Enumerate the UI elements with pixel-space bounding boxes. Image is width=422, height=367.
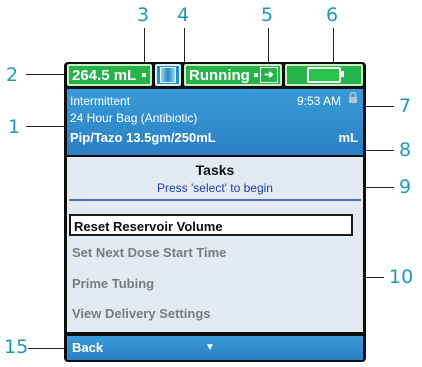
drug-concentration: Pip/Tazo 13.5gm/250mL xyxy=(70,130,216,145)
battery-icon xyxy=(307,67,344,83)
volume-dot-icon xyxy=(142,73,147,77)
menu-item-view-delivery-settings[interactable]: View Delivery Settings xyxy=(69,303,353,325)
callout-9: 9 xyxy=(399,176,412,198)
callout-4: 4 xyxy=(177,4,190,26)
callout-15: 15 xyxy=(4,336,29,358)
menu-item-reset-reservoir-volume[interactable]: Reset Reservoir Volume xyxy=(69,214,353,236)
reservoir-volume: 264.5 mL xyxy=(72,66,137,84)
delivery-info-panel: Intermittent 9:53 AM 24 Hour Bag (Antibi… xyxy=(67,89,363,155)
status-dot-icon xyxy=(254,73,258,77)
callout-1: 1 xyxy=(8,116,21,138)
lock-icon xyxy=(348,91,358,104)
pump-status-indicator: Running ➔ xyxy=(184,64,282,86)
tasks-prompt: Press 'select' to begin xyxy=(157,181,273,195)
bottom-softkey-bar: Back ▼ xyxy=(67,336,363,360)
iv-bag-indicator xyxy=(155,64,181,86)
menu-item-prime-tubing[interactable]: Prime Tubing xyxy=(69,273,353,295)
leader-15 xyxy=(28,348,68,349)
pump-status: Running xyxy=(189,66,250,84)
forward-arrow-icon: ➔ xyxy=(260,67,278,83)
callout-7: 7 xyxy=(399,95,412,117)
chevron-down-icon: ▼ xyxy=(205,342,215,353)
callout-10: 10 xyxy=(389,266,414,288)
callout-8: 8 xyxy=(399,139,412,161)
back-softkey[interactable]: Back xyxy=(72,340,103,355)
callout-2: 2 xyxy=(6,64,19,86)
delivery-mode: Intermittent xyxy=(70,94,131,108)
tasks-title: Tasks xyxy=(195,162,235,178)
clock-time: 9:53 AM xyxy=(296,94,341,108)
battery-indicator xyxy=(285,64,363,86)
callout-5: 5 xyxy=(261,4,274,26)
divider xyxy=(69,199,361,201)
callout-6: 6 xyxy=(326,4,339,26)
status-bar: 264.5 mL Running ➔ xyxy=(67,64,363,86)
tasks-menu: Tasks Press 'select' to begin Reset Rese… xyxy=(67,157,363,332)
bag-name: 24 Hour Bag (Antibiotic) xyxy=(70,111,198,125)
menu-item-set-next-dose-start-time[interactable]: Set Next Dose Start Time xyxy=(69,242,353,264)
iv-bag-icon xyxy=(160,67,176,83)
volume-unit: mL xyxy=(338,130,359,145)
reservoir-volume-indicator: 264.5 mL xyxy=(67,64,152,86)
callout-3: 3 xyxy=(137,4,150,26)
